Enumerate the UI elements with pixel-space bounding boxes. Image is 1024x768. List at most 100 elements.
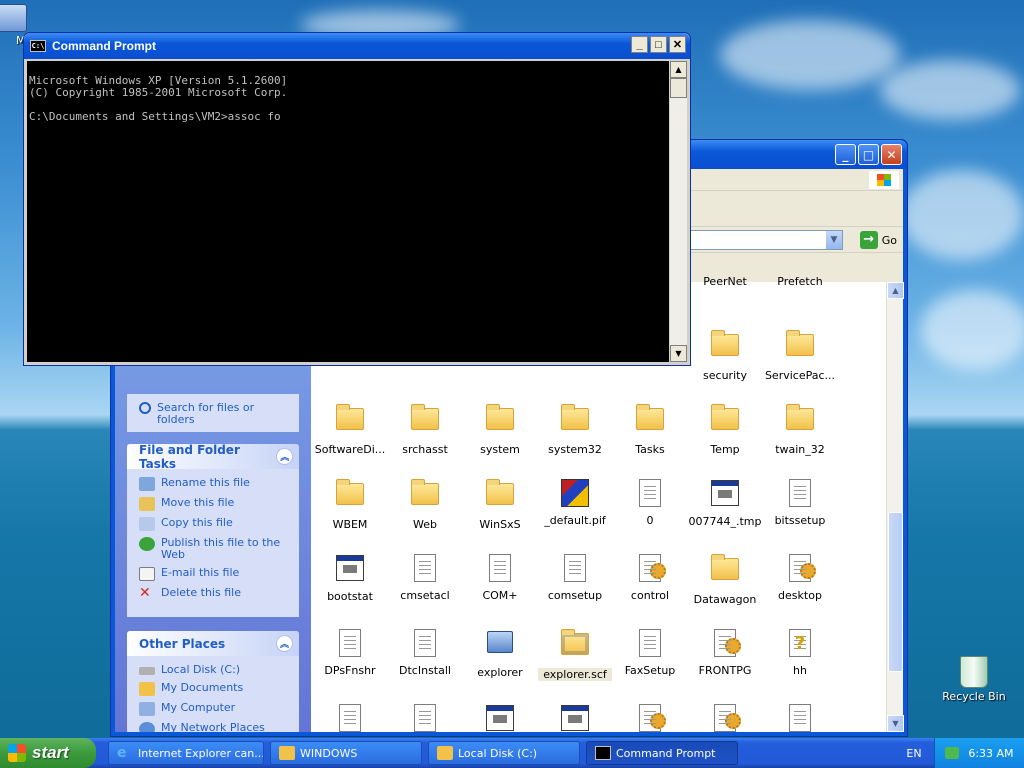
file-item[interactable]: explorer.scf xyxy=(538,627,612,681)
taskbar-item-windows[interactable]: WINDOWS xyxy=(270,741,422,765)
file-item[interactable]: ServicePac... xyxy=(763,328,837,382)
cmd-titlebar[interactable]: C:\ Command Prompt _ □ ✕ xyxy=(24,33,690,59)
scroll-up-button[interactable]: ▲ xyxy=(887,282,904,299)
file-item[interactable]: WBEM xyxy=(313,477,387,531)
file-item[interactable]: control xyxy=(613,552,687,602)
cmd-scrollbar[interactable]: ▲ ▼ xyxy=(670,61,687,362)
file-item[interactable]: 0 xyxy=(613,477,687,527)
file-item[interactable]: bootstat xyxy=(313,552,387,603)
file-item-label: Web xyxy=(413,518,437,531)
file-item[interactable]: Tasks xyxy=(613,402,687,456)
cmd-close-button[interactable]: ✕ xyxy=(669,36,686,53)
file-folder-tasks-header[interactable]: File and Folder Tasks ︽ xyxy=(127,443,299,471)
file-item[interactable]: desktop xyxy=(763,552,837,602)
file-item-label: hh xyxy=(793,664,807,677)
file-item[interactable]: Datawagon xyxy=(688,552,762,606)
document-icon xyxy=(409,629,441,661)
file-item-label: PeerNet xyxy=(703,275,747,288)
clock[interactable]: 6:33 AM xyxy=(968,747,1013,760)
file-item-label: DtcInstall xyxy=(399,664,451,677)
file-item[interactable]: WinSxS xyxy=(463,477,537,531)
computer-icon xyxy=(139,702,155,716)
file-item[interactable]: cmsetacl xyxy=(388,552,462,602)
application-icon xyxy=(334,555,366,587)
file-item[interactable]: comsetup xyxy=(538,552,612,602)
file-item[interactable]: FRONTPG xyxy=(688,627,762,677)
file-item[interactable]: bitssetup xyxy=(763,477,837,527)
address-dropdown-button[interactable]: ▼ xyxy=(825,231,842,249)
cmd-maximize-button[interactable]: □ xyxy=(650,36,667,53)
minimize-button[interactable]: _ xyxy=(835,144,856,165)
scroll-up-button[interactable]: ▲ xyxy=(670,61,687,78)
file-item[interactable]: twain_32 xyxy=(763,402,837,456)
desktop-icon-label: Recycle Bin xyxy=(942,690,1006,703)
place-my-network[interactable]: My Network Places xyxy=(139,722,289,732)
file-item[interactable]: explorer xyxy=(463,627,537,679)
scroll-down-button[interactable]: ▼ xyxy=(887,715,904,732)
config-file-icon xyxy=(634,554,666,586)
taskbar-item-local-disk[interactable]: Local Disk (C:) xyxy=(428,741,580,765)
cmd-minimize-button[interactable]: _ xyxy=(631,36,648,53)
taskbar-item-label: Command Prompt xyxy=(616,746,716,760)
document-icon xyxy=(634,629,666,661)
task-copy-file[interactable]: Copy this file xyxy=(139,517,289,531)
file-item[interactable]: COM+ xyxy=(463,552,537,602)
file-item[interactable]: Temp xyxy=(688,402,762,456)
vertical-scrollbar[interactable]: ▲ ▼ xyxy=(886,282,904,732)
search-task-label: Search for files or folders xyxy=(157,401,255,426)
other-places-header[interactable]: Other Places ︽ xyxy=(127,631,299,656)
file-item[interactable]: _default.pif xyxy=(538,477,612,527)
file-item[interactable]: Prefetch xyxy=(763,272,837,288)
file-item[interactable]: Web xyxy=(388,477,462,531)
task-rename-file[interactable]: Rename this file xyxy=(139,477,289,491)
config-file-icon xyxy=(784,554,816,586)
place-label: My Computer xyxy=(161,701,236,714)
taskbar-item-command-prompt[interactable]: Command Prompt xyxy=(586,741,738,765)
file-item[interactable]: SoftwareDi... xyxy=(313,402,387,456)
file-item[interactable]: system xyxy=(463,402,537,456)
file-item[interactable]: ? hh xyxy=(763,627,837,677)
document-icon xyxy=(334,704,366,736)
file-item[interactable]: 007744_.tmp xyxy=(688,477,762,528)
cmd-console[interactable]: Microsoft Windows XP [Version 5.1.2600](… xyxy=(27,61,669,362)
folder-icon xyxy=(334,479,366,515)
my-documents-icon xyxy=(139,682,155,696)
task-publish-web[interactable]: Publish this file to the Web xyxy=(139,537,289,561)
scroll-thumb[interactable] xyxy=(888,512,903,672)
taskbar-item-label: Internet Explorer can... xyxy=(138,746,264,760)
recycle-bin-icon xyxy=(960,656,988,688)
go-button[interactable]: → Go xyxy=(859,231,897,249)
file-item[interactable]: srchasst xyxy=(388,402,462,456)
start-button[interactable]: start xyxy=(0,738,96,768)
place-local-disk[interactable]: Local Disk (C:) xyxy=(139,664,289,676)
desktop-icon-recycle-bin[interactable]: Recycle Bin xyxy=(936,656,1012,703)
task-move-file[interactable]: Move this file xyxy=(139,497,289,511)
place-my-documents[interactable]: My Documents xyxy=(139,682,289,696)
search-task[interactable]: Search for files or folders xyxy=(127,394,299,432)
file-item[interactable]: security xyxy=(688,328,762,382)
file-item[interactable]: DPsFnshr xyxy=(313,627,387,677)
network-icon[interactable] xyxy=(945,747,960,759)
file-item-label: control xyxy=(630,589,670,602)
file-item[interactable]: FaxSetup xyxy=(613,627,687,677)
close-button[interactable]: ✕ xyxy=(881,144,902,165)
scroll-down-button[interactable]: ▼ xyxy=(670,345,687,362)
go-label: Go xyxy=(881,233,897,247)
taskbar: start e Internet Explorer can... WINDOWS… xyxy=(0,738,1024,768)
file-item[interactable]: DtcInstall xyxy=(388,627,462,677)
language-indicator[interactable]: EN xyxy=(894,747,934,760)
task-email-file[interactable]: E-mail this file xyxy=(139,567,289,581)
collapse-chevron-icon[interactable]: ︽ xyxy=(276,635,293,652)
task-delete-file[interactable]: ✕ Delete this file xyxy=(139,586,289,601)
scroll-thumb[interactable] xyxy=(670,78,687,98)
collapse-chevron-icon[interactable]: ︽ xyxy=(276,448,293,465)
place-my-computer[interactable]: My Computer xyxy=(139,702,289,716)
move-icon xyxy=(139,497,155,511)
application-icon xyxy=(709,480,741,512)
file-item[interactable]: PeerNet xyxy=(688,272,762,288)
document-icon xyxy=(634,479,666,511)
place-label: Local Disk (C:) xyxy=(161,663,241,676)
taskbar-item-ie[interactable]: e Internet Explorer can... xyxy=(108,741,264,765)
file-item[interactable]: system32 xyxy=(538,402,612,456)
maximize-button[interactable]: □ xyxy=(858,144,879,165)
